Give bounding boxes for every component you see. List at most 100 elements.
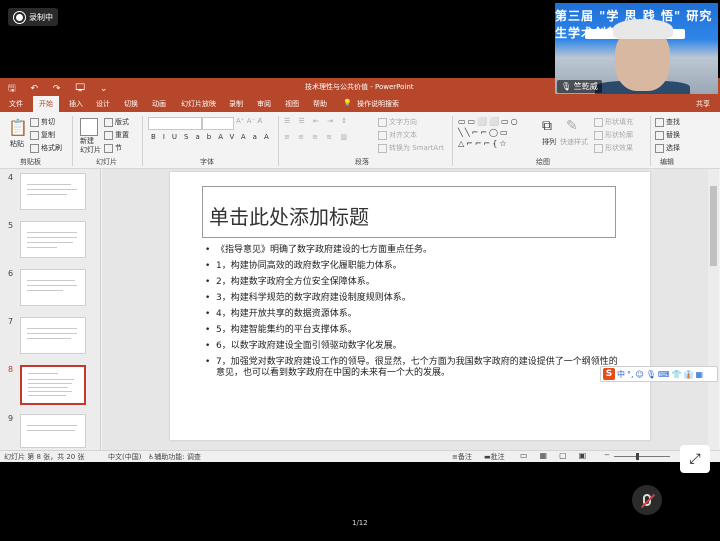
bullet-item[interactable]: 7，加强党对数字政府建设工作的领导。很显然，七个方面为我国数字政府的建设提供了一…: [205, 357, 618, 379]
bullet-item[interactable]: 5，构建智能集约的平台支撑体系。: [205, 325, 618, 336]
list-buttons[interactable]: ☰ ☰ ⇤ ⇥ ↕: [284, 117, 350, 125]
scissors-icon: [30, 117, 39, 127]
mic-muted-button[interactable]: [632, 485, 662, 515]
search-icon: [655, 117, 664, 127]
text-direction-button[interactable]: 文字方向: [378, 117, 417, 127]
slide-thumbnail-4[interactable]: [20, 173, 86, 210]
font-size-dropdown[interactable]: [202, 117, 234, 130]
tab-insert[interactable]: 插入: [69, 99, 83, 109]
tab-home[interactable]: 开始: [33, 96, 59, 112]
notes-button[interactable]: ≡备注: [452, 452, 472, 462]
layout-button[interactable]: 版式: [104, 117, 129, 127]
bullet-item[interactable]: 《指导意见》明确了数字政府建设的七方面重点任务。: [205, 245, 618, 256]
view-buttons[interactable]: ▭▦▢▣: [520, 451, 598, 460]
font-format-buttons[interactable]: BIUSabAVAaA: [151, 133, 276, 141]
ime-voice-icon[interactable]: 🎙: [646, 370, 656, 379]
shape-outline-button[interactable]: 形状轮廓: [594, 130, 633, 140]
tab-animations[interactable]: 动画: [152, 99, 166, 109]
paste-icon: 📋: [8, 118, 28, 137]
shapes-gallery[interactable]: ▭▭⬜⬜▭○ ╲╲⌐⌐◯▭ △⌐⌐⌐{☆: [458, 116, 538, 149]
title-placeholder[interactable]: 单击此处添加标题: [202, 186, 616, 238]
ime-tool-icon[interactable]: 👔: [684, 370, 694, 379]
status-bar: 幻灯片 第 8 张，共 20 张 中文(中国) ♿辅助功能: 调查 ≡备注 ▬批…: [0, 450, 720, 462]
font-grow-shrink[interactable]: A⁺ A⁻ A̸: [236, 117, 262, 125]
bullet-item[interactable]: 6，以数字政府建设全面引领驱动数字化发展。: [205, 341, 618, 352]
comment-icon: ▬: [484, 453, 491, 461]
expand-icon[interactable]: ⤢: [680, 445, 710, 473]
reset-button[interactable]: 重置: [104, 130, 129, 140]
tab-design[interactable]: 设计: [96, 99, 110, 109]
participant-video-tile[interactable]: 第三届 "学 思 践 悟" 研究生学术创新论坛 融合 · 公共管理 🎙 竺乾威: [555, 3, 718, 94]
slide-thumbnails-pane[interactable]: 4 5 6 7 8 9: [0, 169, 101, 450]
bullet-item[interactable]: 1，构建协同高效的政府数字化履职能力体系。: [205, 261, 618, 272]
ribbon-tabs: 文件 开始 插入 设计 切换 动画 幻灯片放映 录制 审阅 视图 帮助 💡 操作…: [0, 95, 720, 112]
zoom-out-button[interactable]: −: [604, 451, 610, 459]
ime-menu-icon[interactable]: ▦: [696, 370, 704, 379]
current-slide[interactable]: 单击此处添加标题 《指导意见》明确了数字政府建设的七方面重点任务。 1，构建协同…: [170, 172, 650, 440]
text-direction-icon: [378, 117, 387, 127]
slide-thumbnail-7[interactable]: [20, 317, 86, 354]
tab-help[interactable]: 帮助: [313, 99, 327, 109]
align-text-icon: [378, 130, 387, 140]
ime-punctuation[interactable]: °,: [627, 370, 634, 379]
align-text-button[interactable]: 对齐文本: [378, 130, 417, 140]
arrange-button[interactable]: 排列: [542, 137, 556, 147]
accessibility-status[interactable]: ♿辅助功能: 调查: [148, 452, 201, 462]
thumb-number-selected: 8: [8, 365, 14, 374]
comments-button[interactable]: ▬批注: [484, 452, 505, 462]
slide-thumbnail-8[interactable]: [20, 365, 86, 405]
ribbon: 📋 粘贴 剪切 复制 格式刷 剪贴板 新建 幻灯片 版式 重置 节 幻灯片 A⁺…: [0, 112, 720, 169]
bullet-item[interactable]: 4，构建开放共享的数据资源体系。: [205, 309, 618, 320]
ime-emoji-icon[interactable]: ☺: [636, 370, 644, 379]
tab-slideshow[interactable]: 幻灯片放映: [181, 99, 216, 109]
cut-button[interactable]: 剪切: [30, 117, 55, 127]
zoom-slider[interactable]: [614, 456, 670, 457]
zoom-slider-handle[interactable]: [636, 453, 639, 460]
ime-skin-icon[interactable]: 👕: [672, 370, 682, 379]
align-buttons[interactable]: ≡ ≡ ≡ ≡ ▥: [284, 133, 350, 141]
font-group-label: 字体: [200, 158, 214, 166]
paste-button[interactable]: 粘贴: [10, 139, 24, 149]
language-status[interactable]: 中文(中国): [108, 452, 141, 462]
slide-thumbnail-9[interactable]: [20, 414, 86, 448]
quick-styles-button[interactable]: 快速样式: [560, 137, 588, 147]
thumb-number: 4: [8, 173, 14, 182]
window-title: 技术理性与公共价值 - PowerPoint: [305, 83, 414, 91]
recording-indicator: 录制中: [8, 8, 58, 26]
copy-button[interactable]: 复制: [30, 130, 55, 140]
tab-view[interactable]: 视图: [285, 99, 299, 109]
title-placeholder-text: 单击此处添加标题: [209, 205, 369, 229]
slide-thumbnail-6[interactable]: [20, 269, 86, 306]
ime-toolbar[interactable]: S 中 °, ☺ 🎙 ⌨ 👕 👔 ▦: [600, 366, 718, 382]
shape-fill-button[interactable]: 形状填充: [594, 117, 633, 127]
layout-icon: [104, 117, 113, 127]
powerpoint-window: 🖫 ↶ ↷ 🖵 ⌄ 技术理性与公共价值 - PowerPoint 文件 开始 插…: [0, 78, 720, 462]
tab-file[interactable]: 文件: [9, 99, 23, 109]
copy-icon: [30, 130, 39, 140]
bullet-item[interactable]: 3，构建科学规范的数字政府建设制度规则体系。: [205, 293, 618, 304]
brush-icon: [30, 143, 39, 153]
find-button[interactable]: 查找: [655, 117, 680, 127]
paragraph-group-label: 段落: [355, 158, 369, 166]
section-button[interactable]: 节: [104, 143, 122, 153]
record-icon: [14, 11, 25, 23]
select-button[interactable]: 选择: [655, 143, 680, 153]
slide-thumbnail-5[interactable]: [20, 221, 86, 258]
tab-transitions[interactable]: 切换: [124, 99, 138, 109]
smartart-button[interactable]: 转换为 SmartArt: [378, 143, 444, 153]
format-painter-button[interactable]: 格式刷: [30, 143, 62, 153]
tab-record[interactable]: 录制: [229, 99, 243, 109]
ime-chinese-toggle[interactable]: 中: [617, 369, 625, 380]
tab-review[interactable]: 审阅: [257, 99, 271, 109]
bullet-item[interactable]: 2，构建数字政府全方位安全保障体系。: [205, 277, 618, 288]
drawing-group-label: 绘图: [536, 158, 550, 166]
new-slide-button[interactable]: 新建 幻灯片: [80, 137, 101, 155]
search-box[interactable]: 操作说明搜索: [357, 99, 399, 109]
ime-keyboard-icon[interactable]: ⌨: [658, 370, 670, 379]
share-button[interactable]: 共享: [696, 99, 710, 109]
font-name-dropdown[interactable]: [148, 117, 202, 130]
replace-button[interactable]: 替换: [655, 130, 680, 140]
scrollbar-thumb[interactable]: [710, 186, 717, 266]
shape-effects-button[interactable]: 形状效果: [594, 143, 633, 153]
arrange-icon: ⧉: [542, 118, 552, 134]
